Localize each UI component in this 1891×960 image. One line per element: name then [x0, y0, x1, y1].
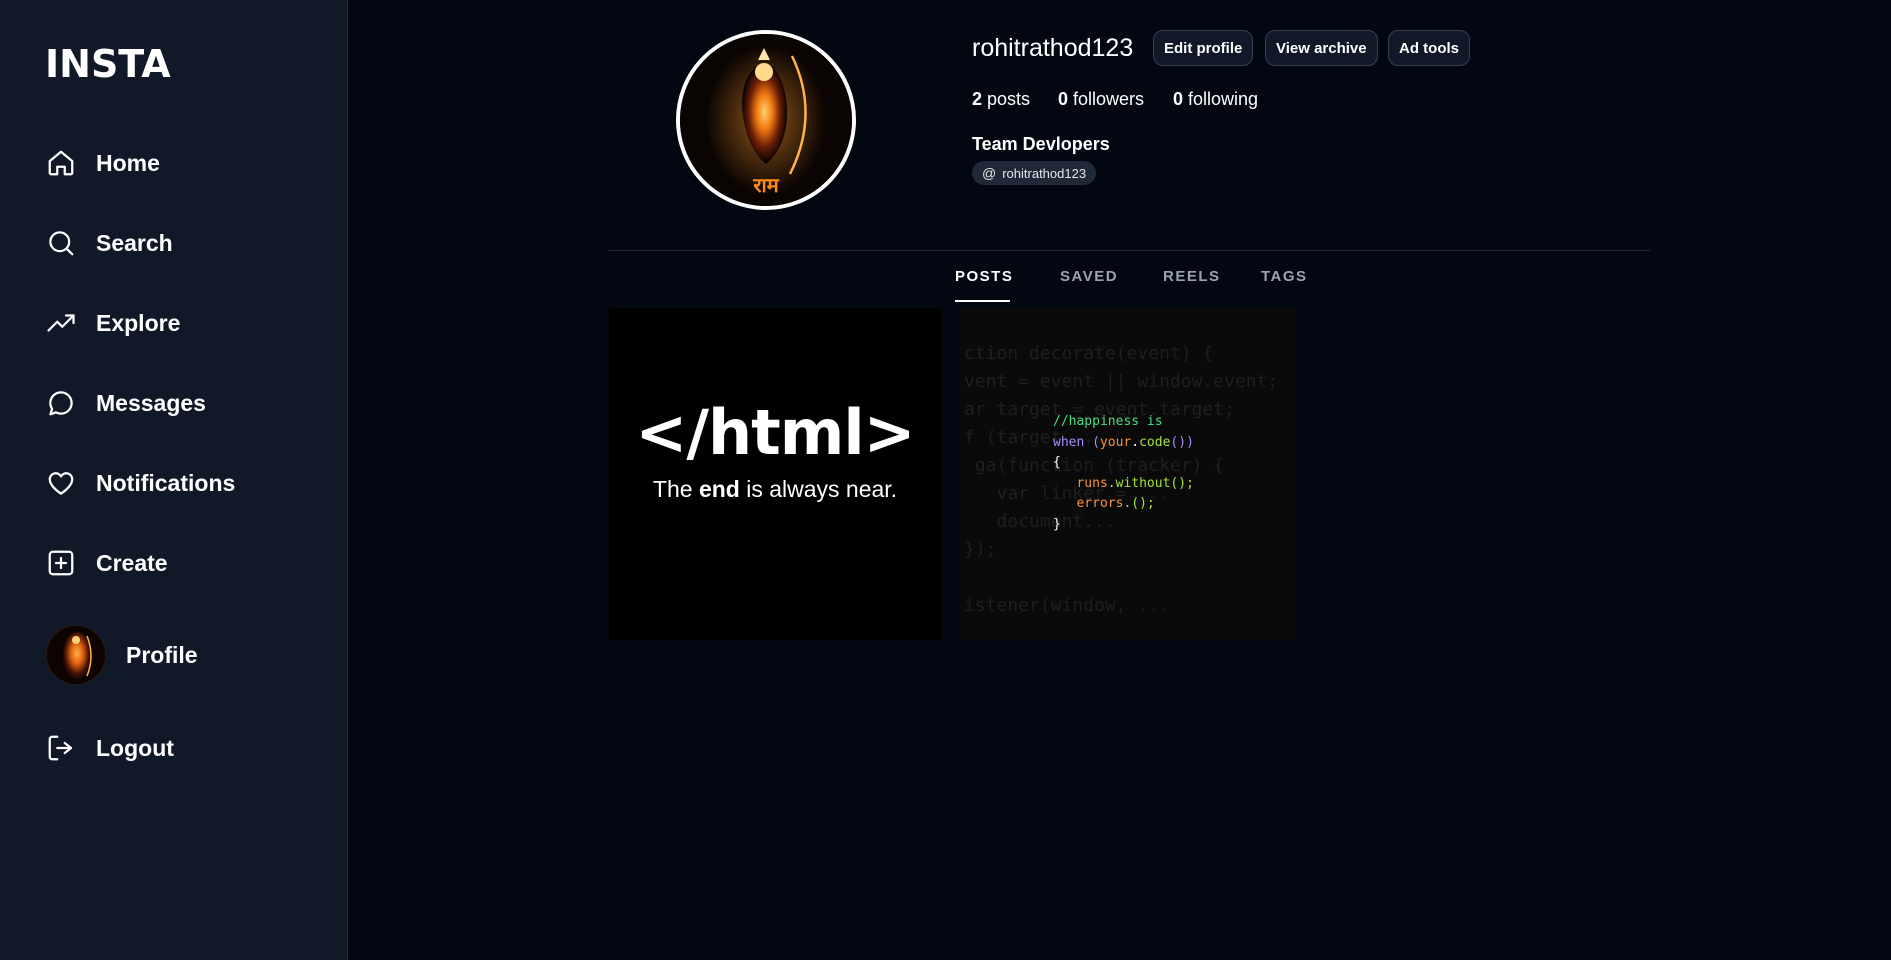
caption-bold: end	[698, 476, 740, 502]
code-call: .();	[1123, 496, 1155, 511]
sidebar-item-home[interactable]: Home	[46, 143, 160, 183]
post-text-html: </html>	[635, 396, 915, 469]
tab-saved[interactable]: SAVED	[1060, 268, 1118, 285]
search-icon	[46, 228, 76, 258]
tab-reels[interactable]: REELS	[1163, 268, 1221, 285]
profile-avatar[interactable]: राम	[676, 30, 856, 210]
sidebar-item-messages[interactable]: Messages	[46, 383, 206, 423]
tab-posts[interactable]: POSTS	[955, 268, 1013, 285]
ad-tools-button[interactable]: Ad tools	[1388, 30, 1470, 66]
posts-count-value: 2	[972, 89, 983, 109]
followers-count-label: followers	[1073, 89, 1145, 109]
profile-full-name: Team Devlopers	[972, 134, 1110, 154]
followers-count-value: 0	[1058, 89, 1069, 109]
caption-post: is always near.	[739, 476, 898, 502]
sidebar-item-label: Home	[96, 149, 160, 176]
view-archive-button[interactable]: View archive	[1265, 30, 1378, 66]
sidebar-item-label: Explore	[96, 309, 181, 336]
sidebar-item-logout[interactable]: Logout	[46, 728, 174, 768]
posts-count[interactable]: 2 posts	[972, 89, 1030, 110]
handle-text: rohitrathod123	[1002, 165, 1087, 181]
followers-count[interactable]: 0 followers	[1058, 89, 1144, 110]
edit-profile-button[interactable]: Edit profile	[1153, 30, 1254, 66]
heart-icon	[46, 468, 76, 498]
message-circle-icon	[46, 388, 76, 418]
sidebar-item-label: Logout	[96, 734, 174, 761]
sidebar-item-profile[interactable]: Profile	[46, 625, 198, 685]
logout-icon	[46, 733, 76, 763]
caption-pre: The	[652, 476, 699, 502]
app-root: INSTA Home Search Explore Messages Notif…	[0, 0, 1891, 960]
at-icon: @	[982, 165, 997, 181]
post-caption-text: The end is always near.	[609, 476, 941, 503]
code-snippet: //happiness is when (your.code()) { runs…	[1053, 412, 1194, 535]
sidebar-item-create[interactable]: Create	[46, 543, 168, 583]
sidebar-item-notifications[interactable]: Notifications	[46, 463, 235, 503]
sidebar-item-search[interactable]: Search	[46, 223, 173, 263]
threads-handle-chip[interactable]: @ rohitrathod123	[972, 161, 1097, 185]
code-object: runs	[1076, 475, 1108, 491]
code-close: ())	[1170, 434, 1194, 450]
svg-text:राम: राम	[752, 173, 779, 197]
sidebar-item-label: Create	[96, 549, 168, 576]
profile-divider	[609, 250, 1650, 251]
code-function: code	[1139, 434, 1171, 450]
home-icon	[46, 148, 76, 178]
app-logo[interactable]: INSTA	[45, 42, 171, 86]
sidebar-item-label: Notifications	[96, 469, 236, 496]
code-keyword: when	[1053, 434, 1085, 450]
post-thumbnail[interactable]: </html> The end is always near.	[609, 308, 941, 640]
profile-username: rohitrathod123	[972, 34, 1134, 62]
sidebar-item-explore[interactable]: Explore	[46, 303, 180, 343]
code-object: your	[1099, 434, 1132, 450]
trending-up-icon	[46, 308, 76, 338]
code-call: .without();	[1107, 475, 1194, 491]
sidebar-item-label: Messages	[96, 389, 206, 416]
tab-tags[interactable]: TAGS	[1261, 268, 1308, 285]
active-tab-indicator	[955, 300, 1010, 302]
posts-count-label: posts	[987, 89, 1031, 109]
sidebar-item-label: Search	[96, 229, 173, 256]
following-count-label: following	[1188, 89, 1259, 109]
post-thumbnail[interactable]: ction decorate(event) { vent = event || …	[960, 308, 1296, 640]
plus-square-icon	[46, 548, 76, 578]
code-dot: .	[1131, 434, 1140, 450]
sidebar-item-label: Profile	[126, 641, 198, 668]
code-line-comment: //happiness is	[1053, 414, 1163, 429]
code-brace-open: {	[1053, 455, 1061, 470]
following-count-value: 0	[1173, 89, 1184, 109]
code-brace-close: }	[1053, 516, 1061, 532]
sidebar: INSTA Home Search Explore Messages Notif…	[0, 0, 348, 960]
avatar	[46, 625, 106, 685]
code-paren: (	[1084, 434, 1100, 450]
following-count[interactable]: 0 following	[1173, 89, 1258, 110]
code-object: errors	[1076, 496, 1124, 511]
